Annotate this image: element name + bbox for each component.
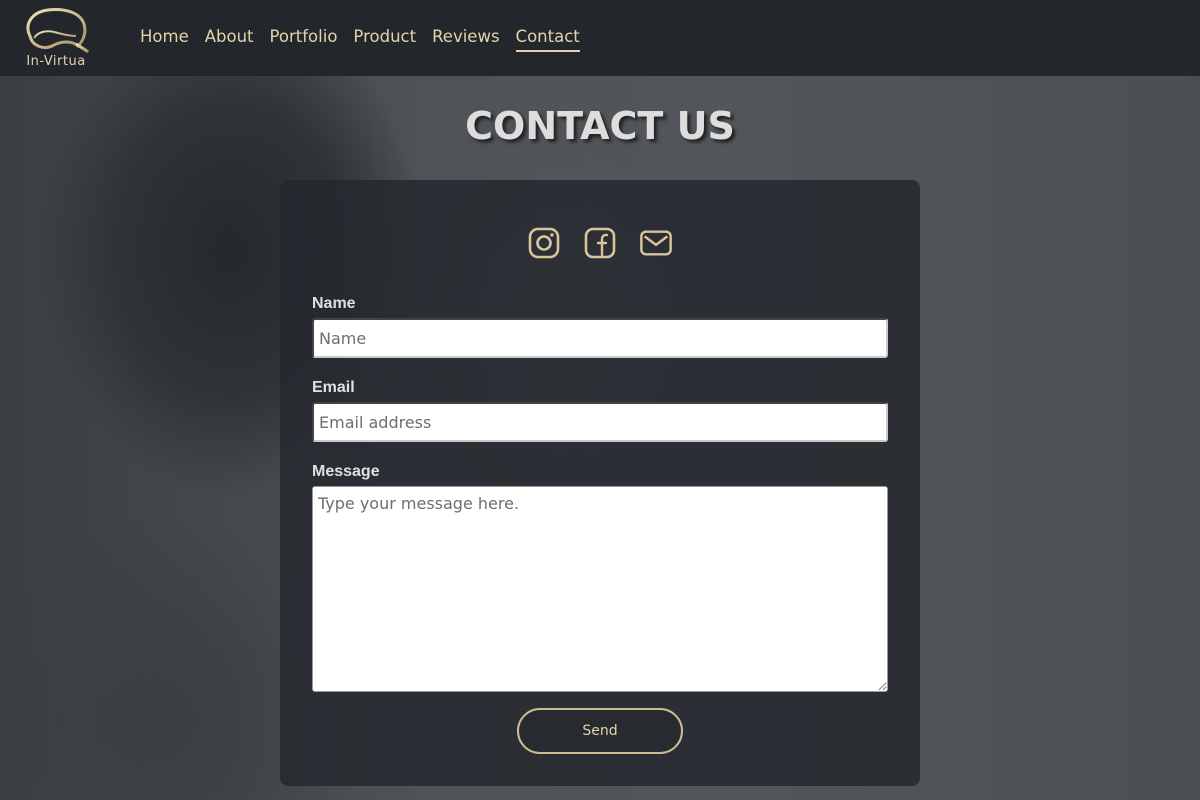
site-header: In-Virtua Home About Portfolio Product R… <box>0 0 1200 76</box>
message-label: Message <box>312 463 380 480</box>
nav-about[interactable]: About <box>197 26 262 48</box>
mail-icon[interactable] <box>639 226 673 260</box>
logo-text: In-Virtua <box>26 54 86 69</box>
message-textarea[interactable] <box>312 486 888 692</box>
nav-home[interactable]: Home <box>132 26 197 48</box>
send-button[interactable]: Send <box>517 708 683 754</box>
nav-contact[interactable]: Contact <box>508 26 588 52</box>
social-icons <box>280 226 920 260</box>
name-label: Name <box>312 295 356 312</box>
logo[interactable]: In-Virtua <box>18 6 94 70</box>
nav-portfolio[interactable]: Portfolio <box>262 26 346 48</box>
nav-reviews[interactable]: Reviews <box>424 26 507 48</box>
email-input[interactable] <box>312 402 888 442</box>
page-title: CONTACT US <box>465 104 735 148</box>
contact-card: Name Email Message Send <box>280 180 920 786</box>
email-label: Email <box>312 379 355 396</box>
nav-product[interactable]: Product <box>345 26 424 48</box>
vr-headset-logo-icon <box>26 8 90 54</box>
instagram-icon[interactable] <box>527 226 561 260</box>
facebook-icon[interactable] <box>583 226 617 260</box>
name-input[interactable] <box>312 318 888 358</box>
main-nav: Home About Portfolio Product Reviews Con… <box>132 26 588 52</box>
